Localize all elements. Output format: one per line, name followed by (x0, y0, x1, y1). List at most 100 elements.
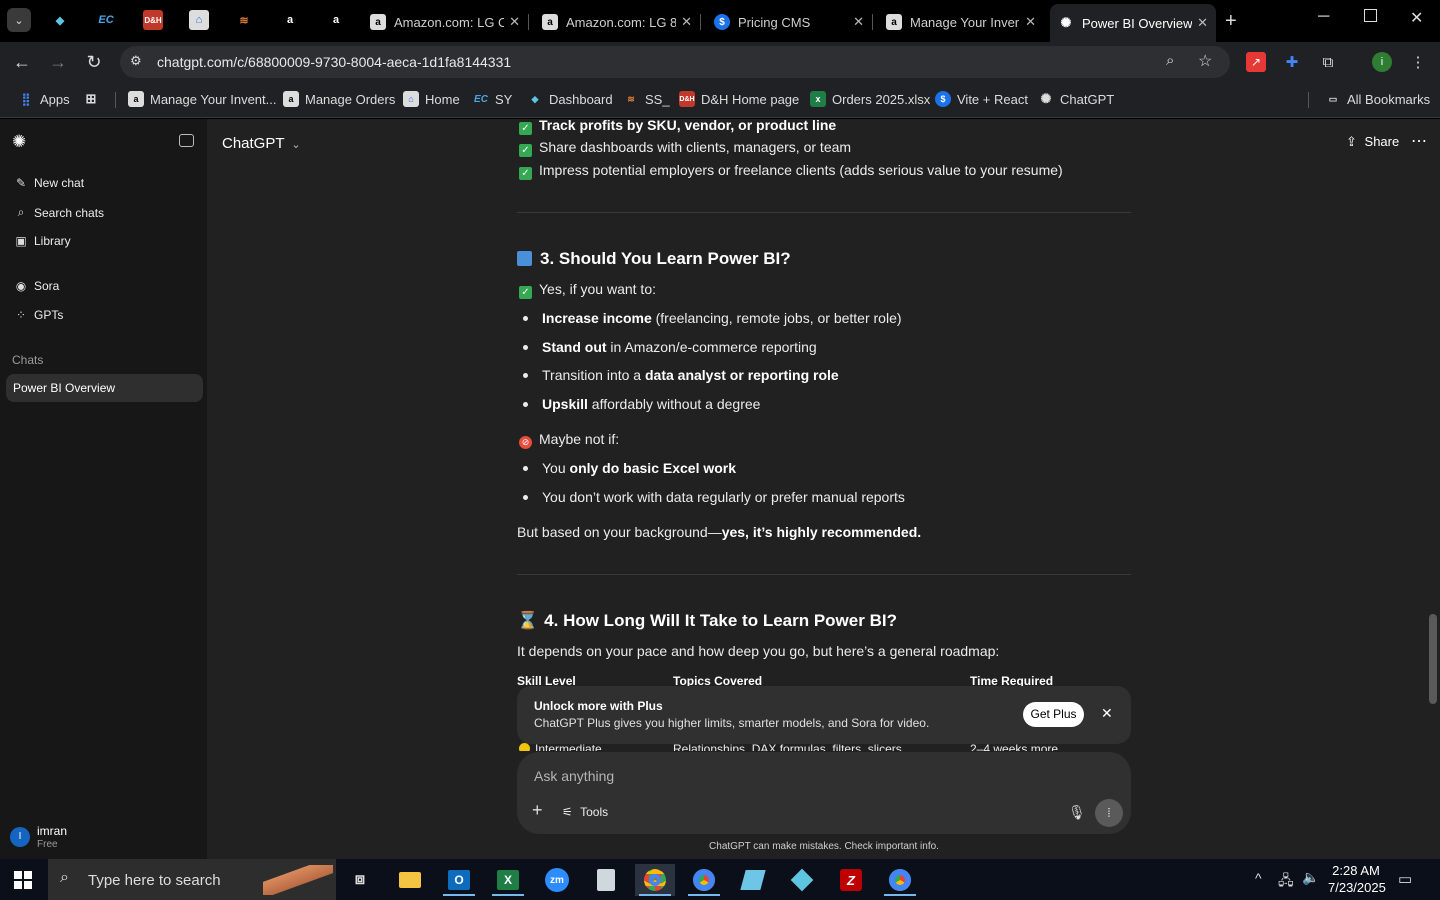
chrome-icon[interactable] (635, 864, 675, 896)
prohibited-icon: ⊘ (519, 436, 532, 449)
close-icon[interactable]: ✕ (1197, 15, 1208, 31)
home-icon: ⌂ (403, 91, 419, 107)
running-indicator (688, 894, 720, 896)
tools-button[interactable]: ⚟ Tools (562, 805, 608, 819)
calculator-icon[interactable] (586, 864, 626, 896)
extension-puzzle-blue-icon[interactable]: ✚ (1282, 52, 1302, 72)
list-item: Stand out in Amazon/e-commerce reporting (542, 339, 817, 355)
new-tab-button[interactable]: + (1225, 10, 1237, 33)
tab-pricing-cms[interactable]: $ Pricing CMS ✕ (706, 6, 872, 38)
bookmark-manage-inventory[interactable]: a Manage Your Invent... (128, 91, 276, 107)
bookmark-orders-xlsx[interactable]: x Orders 2025.xlsx (810, 91, 930, 107)
zoom-icon[interactable]: ⌕ (1166, 52, 1174, 69)
dashboard-icon: ◆ (531, 93, 539, 104)
pinned-tab-amazon-icon[interactable]: a (280, 10, 300, 30)
tab-manage-inventory[interactable]: a Manage Your Inver ✕ (878, 6, 1044, 38)
reload-button[interactable]: ↻ (82, 50, 106, 74)
file-explorer-icon[interactable] (390, 864, 430, 896)
bookmark-dh-home[interactable]: D&H D&H Home page (679, 91, 799, 107)
model-selector[interactable]: ChatGPT ⌄ (222, 135, 301, 152)
check-text: Track profits by SKU, vendor, or product… (539, 119, 837, 133)
banner-title: Unlock more with Plus (534, 699, 663, 713)
windows-start-icon[interactable] (14, 871, 32, 889)
clock[interactable]: 2:28 AM 7/23/2025 (1328, 863, 1386, 895)
close-icon[interactable]: ✕ (681, 14, 692, 30)
maybe-text: Maybe not if: (539, 431, 620, 447)
bookmark-manage-orders[interactable]: a Manage Orders (283, 91, 395, 107)
ss-icon: ≋ (627, 93, 635, 104)
share-button[interactable]: ⇪ Share (1346, 134, 1399, 150)
profile-avatar[interactable]: i (1372, 52, 1392, 72)
bookmark-sy[interactable]: EC SY (473, 91, 512, 107)
bookmark-home[interactable]: ⌂ Home (403, 91, 460, 107)
taskbar-search-box[interactable]: ⌕ Type here to search (48, 859, 336, 900)
all-bookmarks-folder[interactable]: ▭ All Bookmarks (1325, 91, 1430, 107)
pinned-tab-dh-icon[interactable]: D&H (143, 10, 163, 30)
excel-icon[interactable]: X (488, 864, 528, 896)
bookmark-chatgpt[interactable]: ✺ ChatGPT (1038, 91, 1115, 107)
user-account[interactable]: I imran Free (10, 824, 200, 854)
sidebar-item-search-chats[interactable]: ⌕ Search chats (14, 205, 104, 220)
scrollbar-thumb[interactable] (1429, 614, 1437, 704)
show-hidden-icons[interactable]: ^ (1255, 870, 1262, 886)
network-icon[interactable]: 🖧 (1278, 870, 1294, 894)
bookmark-dashboard[interactable]: ◆ Dashboard (527, 91, 613, 107)
task-view-icon[interactable]: ⧈ (340, 864, 380, 896)
sidebar-item-library[interactable]: ▣ Library (14, 234, 70, 248)
tab-search-button[interactable]: ⌄ (7, 8, 31, 32)
gpts-icon: ⁘ (15, 308, 27, 322)
add-attachment-icon[interactable]: + (532, 800, 543, 821)
pinned-tab-app-icon[interactable]: ◆ (50, 10, 70, 30)
extensions-icon[interactable]: ⧉ (1318, 52, 1338, 72)
bookmark-vite-react[interactable]: $ Vite + React (935, 91, 1028, 107)
close-icon[interactable]: ✕ (853, 14, 864, 30)
address-bar[interactable]: ⚙ chatgpt.com/c/68800009-9730-8004-aeca-… (120, 46, 1230, 78)
pinned-tab-amazon-icon[interactable]: a (326, 10, 346, 30)
sidebar-item-sora[interactable]: ◉ Sora (14, 279, 60, 293)
message-input[interactable]: Ask anything (534, 768, 1054, 784)
diamond-app-icon[interactable] (782, 864, 822, 896)
close-sidebar-icon[interactable] (179, 134, 194, 147)
chatgpt-icon: ✺ (1060, 15, 1072, 30)
volume-icon[interactable]: 🔈 (1302, 869, 1319, 886)
minimize-button[interactable]: ─ (1318, 8, 1329, 26)
more-options-icon[interactable]: ⋯ (1411, 131, 1427, 151)
close-icon[interactable]: ✕ (1101, 705, 1113, 722)
bookmark-ss[interactable]: ≋ SS_ (623, 91, 669, 107)
outlook-icon[interactable]: O (439, 864, 479, 896)
browser-menu-icon[interactable]: ⋮ (1408, 52, 1428, 72)
site-info-icon[interactable]: ⚙ (130, 53, 142, 69)
filezilla-icon[interactable]: Z (831, 864, 871, 896)
chrome-profile-icon[interactable] (880, 864, 920, 896)
get-plus-button[interactable]: Get Plus (1023, 702, 1084, 727)
openai-logo-icon[interactable]: ✺ (12, 132, 26, 152)
pinned-tab-home-icon[interactable]: ⌂ (189, 10, 209, 30)
close-window-button[interactable]: ✕ (1410, 8, 1423, 28)
bookmark-star-icon[interactable]: ☆ (1198, 51, 1212, 71)
chrome-icon[interactable] (684, 864, 724, 896)
tab-groups-button[interactable]: ⊞ (83, 91, 105, 107)
notes-app-icon[interactable] (733, 864, 773, 896)
tab-amazon-lg-c[interactable]: a Amazon.com: LG C ✕ (362, 6, 528, 38)
back-button[interactable]: ← (10, 50, 34, 74)
microphone-icon[interactable]: 🎙 (1068, 804, 1086, 821)
heading-text: 4. How Long Will It Take to Learn Power … (544, 611, 897, 630)
pinned-tab-ss-icon[interactable]: ≋ (234, 10, 254, 30)
pinned-tab-ec-icon[interactable]: EC (96, 10, 116, 30)
tab-amazon-lg-8[interactable]: a Amazon.com: LG 8 ✕ (534, 6, 700, 38)
bookmark-apps[interactable]: ⣿ Apps (18, 91, 70, 107)
voice-mode-button[interactable]: ⦙ (1095, 799, 1123, 827)
zoom-app-icon[interactable]: zm (537, 864, 577, 896)
sidebar-item-new-chat[interactable]: ✎ New chat (14, 176, 84, 190)
bookmark-label: All Bookmarks (1347, 91, 1431, 107)
close-icon[interactable]: ✕ (1025, 14, 1036, 30)
forward-button[interactable]: → (46, 50, 70, 74)
extension-pdf-icon[interactable]: ↗ (1246, 52, 1266, 72)
apps-grid-icon: ⣿ (21, 92, 31, 106)
close-icon[interactable]: ✕ (509, 14, 520, 30)
sidebar-item-gpts[interactable]: ⁘ GPTs (14, 308, 63, 322)
tab-power-bi-overview[interactable]: ✺ Power BI Overview ✕ (1050, 4, 1216, 42)
maximize-button[interactable] (1364, 9, 1377, 22)
notifications-icon[interactable]: ▭ (1398, 870, 1412, 888)
chat-history-item[interactable]: Power BI Overview (6, 374, 203, 402)
